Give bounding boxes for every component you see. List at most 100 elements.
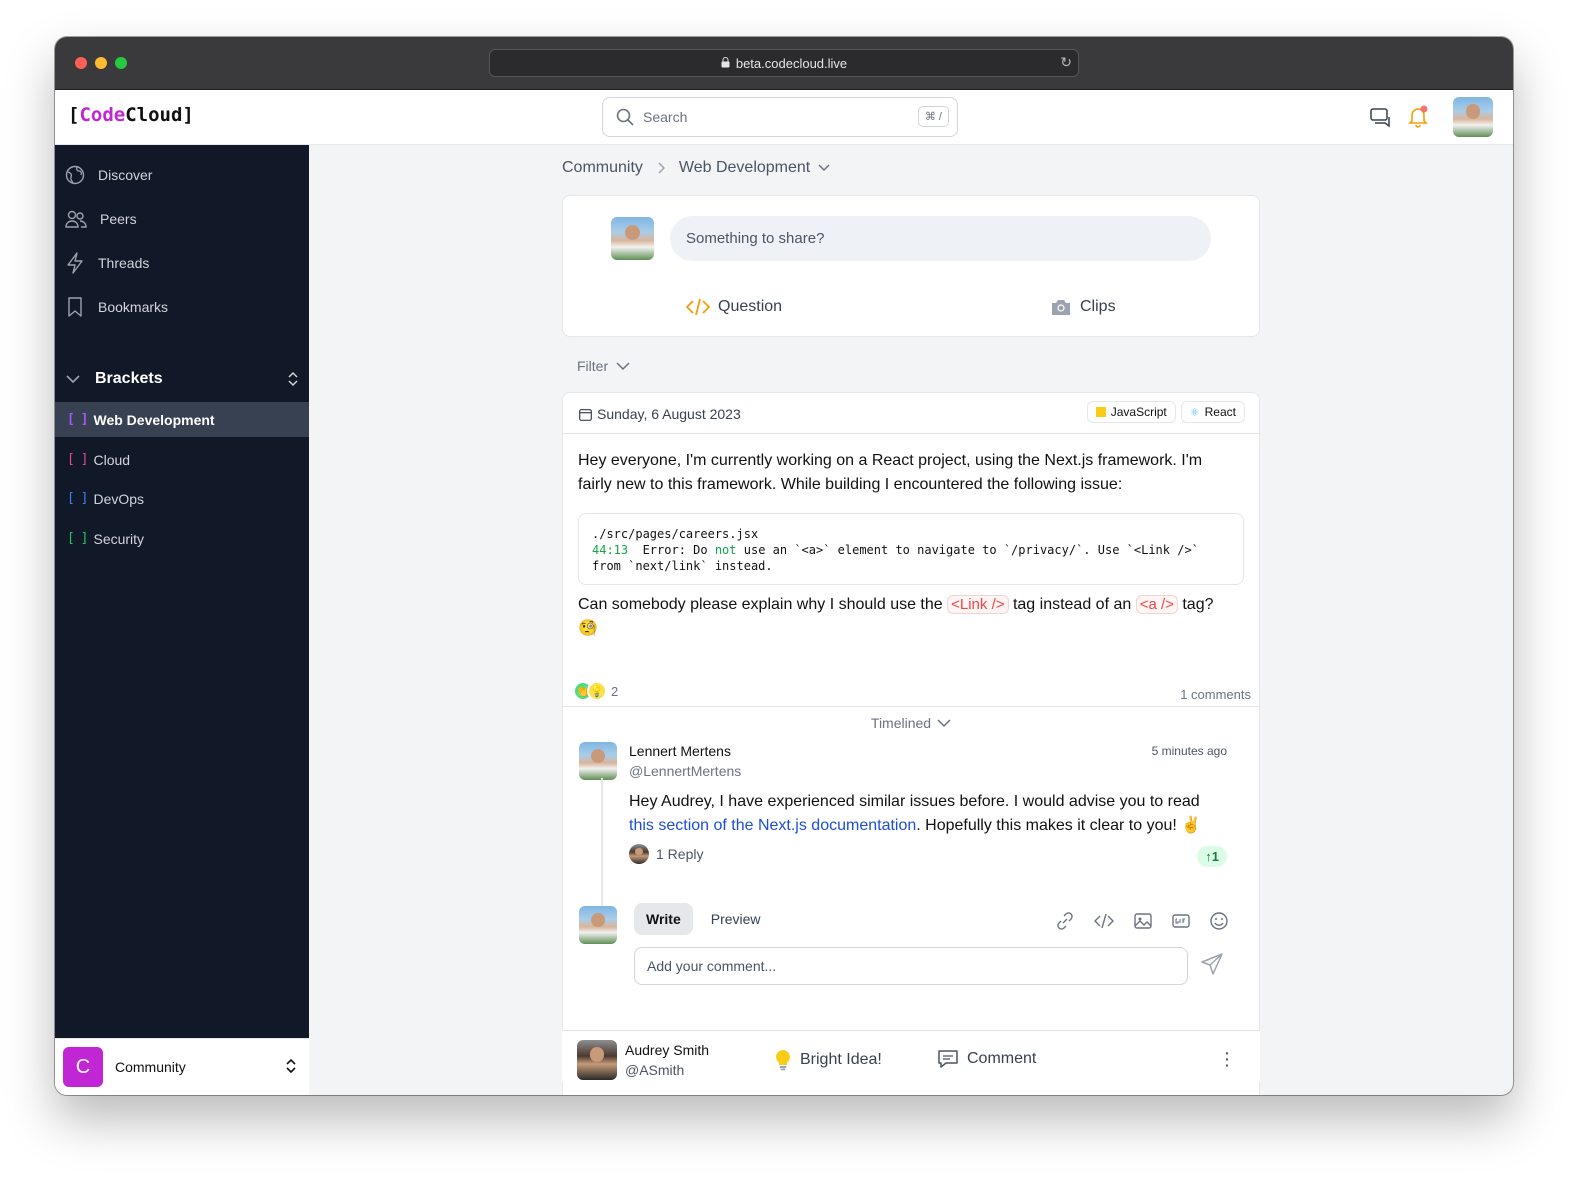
comment-time: 5 minutes ago: [1151, 744, 1227, 758]
breadcrumb-root[interactable]: Community: [562, 159, 643, 177]
browser-titlebar: beta.codecloud.live ↻: [55, 37, 1513, 90]
reaction-count: 2: [611, 683, 619, 699]
tag-react[interactable]: ⚛ React: [1180, 401, 1245, 423]
sort-icon[interactable]: [285, 1057, 297, 1075]
sidebar-item-discover[interactable]: Discover: [65, 165, 152, 185]
lightbulb-icon: [776, 1050, 790, 1071]
author-name[interactable]: Audrey Smith: [625, 1042, 709, 1058]
workspace-label: Community: [115, 1059, 186, 1075]
question-text: tag instead of an: [1008, 596, 1136, 613]
share-card: Something to share? Question Clips: [562, 195, 1260, 337]
bright-idea-button[interactable]: Bright Idea!: [774, 1049, 882, 1071]
author-handle[interactable]: @ASmith: [625, 1062, 684, 1078]
composer-toolbar: [1055, 911, 1229, 931]
chevron-down-icon: [66, 375, 80, 384]
logo-code: Code: [79, 104, 126, 126]
sidebar-label-bookmarks: Bookmarks: [98, 299, 169, 315]
code-text: Error: Do: [628, 543, 715, 557]
bracket-item-cloud[interactable]: [ ] Cloud: [55, 442, 309, 477]
code-icon[interactable]: [1093, 911, 1115, 931]
sort-dropdown[interactable]: Timelined: [563, 715, 1259, 731]
replies-button[interactable]: 1 Reply: [629, 844, 703, 864]
more-options-icon[interactable]: ⋮: [1218, 1049, 1236, 1070]
maximize-window-button[interactable]: [115, 57, 127, 69]
bolt-icon: [67, 252, 83, 274]
breadcrumb: Community Web Development: [562, 159, 830, 177]
reply-avatar: [629, 844, 649, 864]
post-tags: JavaScript ⚛ React: [1086, 401, 1245, 423]
image-icon[interactable]: [1133, 911, 1153, 931]
sidebar-item-peers[interactable]: Peers: [65, 209, 137, 229]
header-actions: [1369, 97, 1493, 137]
upvote-count: 1: [1211, 849, 1219, 864]
bracket-item-devops[interactable]: [ ] DevOps: [55, 481, 309, 516]
commenter-handle[interactable]: @LennertMertens: [629, 763, 741, 779]
post-reactions[interactable]: 👏 💡 2: [573, 681, 618, 701]
commenter-name[interactable]: Lennert Mertens: [629, 743, 731, 759]
sort-icon[interactable]: [287, 370, 299, 388]
question-label: Question: [718, 298, 783, 315]
notification-bell-icon[interactable]: [1407, 105, 1429, 129]
comment-icon: [938, 1050, 958, 1068]
minimize-window-button[interactable]: [95, 57, 107, 69]
code-block: ./src/pages/careers.jsx 44:13 Error: Do …: [578, 513, 1244, 585]
reload-icon[interactable]: ↻: [1060, 54, 1072, 71]
messages-icon[interactable]: [1369, 106, 1393, 128]
post-question: Can somebody please explain why I should…: [578, 593, 1238, 641]
clips-button[interactable]: Clips: [1050, 298, 1116, 316]
docs-link[interactable]: this section of the Next.js documentatio…: [629, 817, 916, 834]
bracket-icon: [ ]: [67, 531, 89, 546]
bracket-item-web-development[interactable]: [ ] Web Development: [55, 402, 309, 437]
emoji-icon[interactable]: [1209, 911, 1229, 931]
search-bar[interactable]: Search ⌘ /: [602, 97, 958, 137]
breadcrumb-current[interactable]: Web Development: [679, 159, 810, 177]
sidebar-item-bookmarks[interactable]: Bookmarks: [65, 296, 168, 318]
globe-icon: [65, 165, 85, 185]
comment-label: Comment: [967, 1050, 1037, 1067]
logo-bracket-open: [: [68, 104, 80, 126]
brackets-section-header[interactable]: Brackets: [65, 370, 299, 388]
tab-preview[interactable]: Preview: [699, 903, 773, 935]
commenter-avatar[interactable]: [579, 742, 617, 780]
bracket-icon: [ ]: [67, 491, 89, 506]
share-input[interactable]: Something to share?: [670, 216, 1211, 261]
question-button[interactable]: Question: [686, 298, 782, 316]
bracket-item-security[interactable]: [ ] Security: [55, 521, 309, 556]
workspace-switcher[interactable]: C Community: [55, 1038, 309, 1095]
search-shortcut: ⌘ /: [917, 106, 949, 127]
send-icon[interactable]: [1200, 952, 1224, 976]
code-line: ./src/pages/careers.jsx: [592, 527, 759, 541]
comment-text: Hey Audrey, I have experienced similar i…: [629, 790, 1219, 838]
bookmark-icon: [68, 297, 82, 317]
javascript-icon: [1095, 407, 1106, 417]
filter-dropdown[interactable]: Filter: [577, 358, 630, 374]
upvote-badge[interactable]: ↑1: [1197, 846, 1227, 867]
user-avatar[interactable]: [1453, 97, 1493, 137]
bracket-label: Security: [93, 530, 145, 547]
comment-count[interactable]: 1 comments: [1180, 687, 1251, 702]
close-window-button[interactable]: [75, 57, 87, 69]
lightbulb-reaction-icon: 💡: [587, 681, 607, 701]
comment-button[interactable]: Comment: [937, 1049, 1036, 1069]
inline-code-link: <Link />: [947, 595, 1009, 614]
author-avatar[interactable]: [577, 1040, 617, 1080]
question-text: tag?: [1177, 596, 1214, 613]
sidebar-item-threads[interactable]: Threads: [65, 252, 149, 274]
gif-icon[interactable]: [1171, 911, 1191, 931]
tab-write[interactable]: Write: [634, 903, 693, 935]
post-date-text: Sunday, 6 August 2023: [597, 406, 741, 422]
react-icon: ⚛: [1189, 406, 1200, 419]
chevron-down-icon: [937, 719, 951, 727]
comment-input[interactable]: Add your comment...: [634, 947, 1188, 985]
code-icon: [686, 298, 710, 316]
code-position: 44:13: [592, 543, 629, 557]
chevron-down-icon[interactable]: [818, 164, 830, 172]
tag-javascript[interactable]: JavaScript: [1086, 401, 1176, 423]
sidebar-label-peers: Peers: [100, 211, 137, 227]
codecloud-logo[interactable]: [CodeCloud]: [68, 104, 194, 126]
lock-icon: [721, 56, 730, 71]
link-icon[interactable]: [1055, 911, 1075, 931]
camera-icon: [1052, 300, 1070, 315]
address-bar[interactable]: beta.codecloud.live ↻: [489, 49, 1079, 77]
url-text: beta.codecloud.live: [735, 55, 848, 71]
